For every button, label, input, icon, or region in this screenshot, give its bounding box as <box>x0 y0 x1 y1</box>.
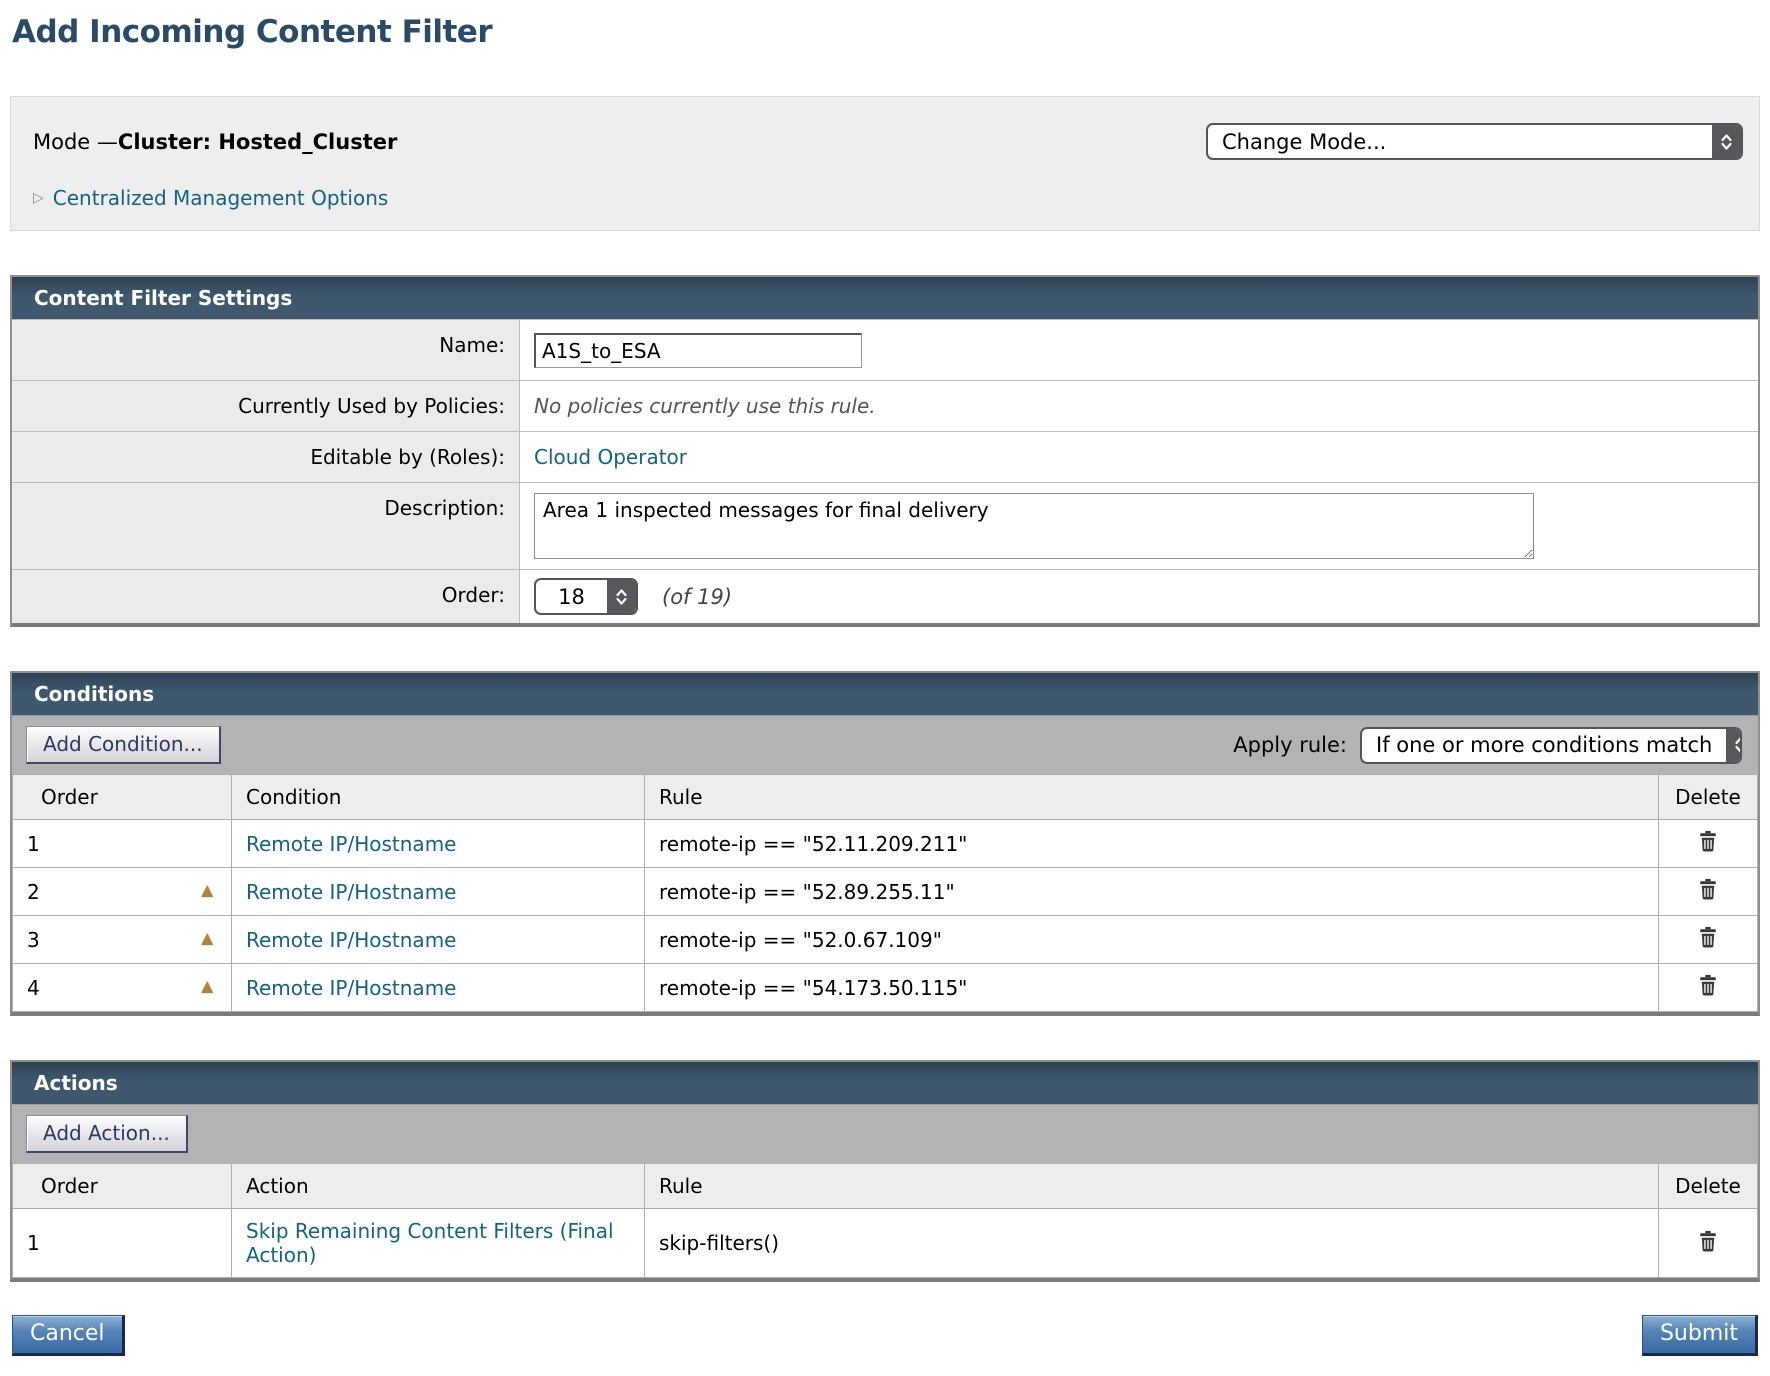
table-row: 1 ▲ Remote IP/Hostname remote-ip == "52.… <box>13 820 1758 868</box>
move-up-icon[interactable]: ▲ <box>201 976 213 996</box>
row-item-link[interactable]: Skip Remaining Content Filters (Final Ac… <box>246 1219 614 1267</box>
actions-table: Order Action Rule Delete 1 ▲ Skip Remain… <box>12 1163 1758 1278</box>
change-mode-select[interactable]: Change Mode... <box>1206 123 1743 160</box>
move-up-icon[interactable]: ▲ <box>201 928 213 948</box>
column-header-rule: Rule <box>645 775 1659 820</box>
mode-label: Mode — <box>33 130 118 154</box>
actions-section: Actions Add Action... Order Action Rule … <box>10 1060 1760 1282</box>
description-input[interactable]: Area 1 inspected messages for final deli… <box>534 493 1534 559</box>
row-order: 4 <box>27 976 40 1000</box>
row-rule: remote-ip == "52.0.67.109" <box>645 916 1659 964</box>
mode-value: Cluster: Hosted_Cluster <box>118 130 397 154</box>
order-label: Order: <box>12 570 520 623</box>
submit-button[interactable]: Submit <box>1642 1315 1758 1356</box>
column-header-delete: Delete <box>1659 775 1758 820</box>
page: Add Incoming Content Filter Mode —Cluste… <box>0 0 1770 1376</box>
row-order: 1 <box>27 832 40 856</box>
conditions-table: Order Condition Rule Delete 1 ▲ Remote I… <box>12 774 1758 1012</box>
column-header-delete: Delete <box>1659 1164 1758 1209</box>
row-order: 2 <box>27 880 40 904</box>
select-spinner-icon <box>1726 729 1742 762</box>
conditions-header: Conditions <box>12 673 1758 715</box>
actions-header: Actions <box>12 1062 1758 1104</box>
description-label: Description: <box>12 483 520 569</box>
move-up-icon[interactable]: ▲ <box>201 880 213 900</box>
add-action-button[interactable]: Add Action... <box>26 1115 188 1153</box>
column-header-rule: Rule <box>645 1164 1659 1209</box>
column-header-condition: Condition <box>232 775 645 820</box>
column-header-action: Action <box>232 1164 645 1209</box>
column-header-order: Order <box>13 775 232 820</box>
row-rule: remote-ip == "54.173.50.115" <box>645 964 1659 1012</box>
column-header-order: Order <box>13 1164 232 1209</box>
delete-icon[interactable] <box>1697 926 1719 948</box>
name-label: Name: <box>12 320 520 380</box>
delete-icon[interactable] <box>1697 974 1719 996</box>
row-item-link[interactable]: Remote IP/Hostname <box>246 928 456 952</box>
table-row: 2 ▲ Remote IP/Hostname remote-ip == "52.… <box>13 868 1758 916</box>
policies-label: Currently Used by Policies: <box>12 381 520 431</box>
row-item-link[interactable]: Remote IP/Hostname <box>246 976 456 1000</box>
table-row: 1 ▲ Skip Remaining Content Filters (Fina… <box>13 1209 1758 1278</box>
table-row: 4 ▲ Remote IP/Hostname remote-ip == "54.… <box>13 964 1758 1012</box>
footer: Cancel Submit <box>10 1315 1760 1356</box>
apply-rule-select[interactable]: If one or more conditions match <box>1360 727 1742 764</box>
row-item-link[interactable]: Remote IP/Hostname <box>246 832 456 856</box>
delete-icon[interactable] <box>1697 1230 1719 1252</box>
mode-box: Mode —Cluster: Hosted_Cluster Change Mod… <box>10 96 1760 231</box>
editable-roles-link[interactable]: Cloud Operator <box>534 445 687 469</box>
row-order: 1 <box>27 1231 40 1255</box>
row-order: 3 <box>27 928 40 952</box>
editable-label: Editable by (Roles): <box>12 432 520 482</box>
policies-value: No policies currently use this rule. <box>534 394 876 418</box>
expander-triangle-icon[interactable]: ▷ <box>33 191 44 205</box>
actions-toolbar: Add Action... <box>12 1104 1758 1163</box>
order-total: (of 19) <box>662 585 732 609</box>
centralized-management-link[interactable]: Centralized Management Options <box>53 186 389 210</box>
select-spinner-icon <box>607 580 636 613</box>
row-rule: skip-filters() <box>645 1209 1659 1278</box>
content-filter-settings-section: Content Filter Settings Name: Currently … <box>10 275 1760 627</box>
page-title: Add Incoming Content Filter <box>12 14 1760 50</box>
table-row: 3 ▲ Remote IP/Hostname remote-ip == "52.… <box>13 916 1758 964</box>
mode-text: Mode —Cluster: Hosted_Cluster <box>33 130 397 154</box>
add-condition-button[interactable]: Add Condition... <box>26 726 221 764</box>
cancel-button[interactable]: Cancel <box>12 1315 125 1356</box>
delete-icon[interactable] <box>1697 878 1719 900</box>
select-spinner-icon <box>1712 125 1741 158</box>
conditions-section: Conditions Add Condition... Apply rule: … <box>10 671 1760 1016</box>
order-select[interactable]: 18 <box>534 578 638 615</box>
row-rule: remote-ip == "52.11.209.211" <box>645 820 1659 868</box>
settings-header: Content Filter Settings <box>12 277 1758 319</box>
row-item-link[interactable]: Remote IP/Hostname <box>246 880 456 904</box>
delete-icon[interactable] <box>1697 830 1719 852</box>
apply-rule-label: Apply rule: <box>1233 733 1347 757</box>
name-input[interactable] <box>534 333 862 368</box>
row-rule: remote-ip == "52.89.255.11" <box>645 868 1659 916</box>
conditions-toolbar: Add Condition... Apply rule: If one or m… <box>12 715 1758 774</box>
